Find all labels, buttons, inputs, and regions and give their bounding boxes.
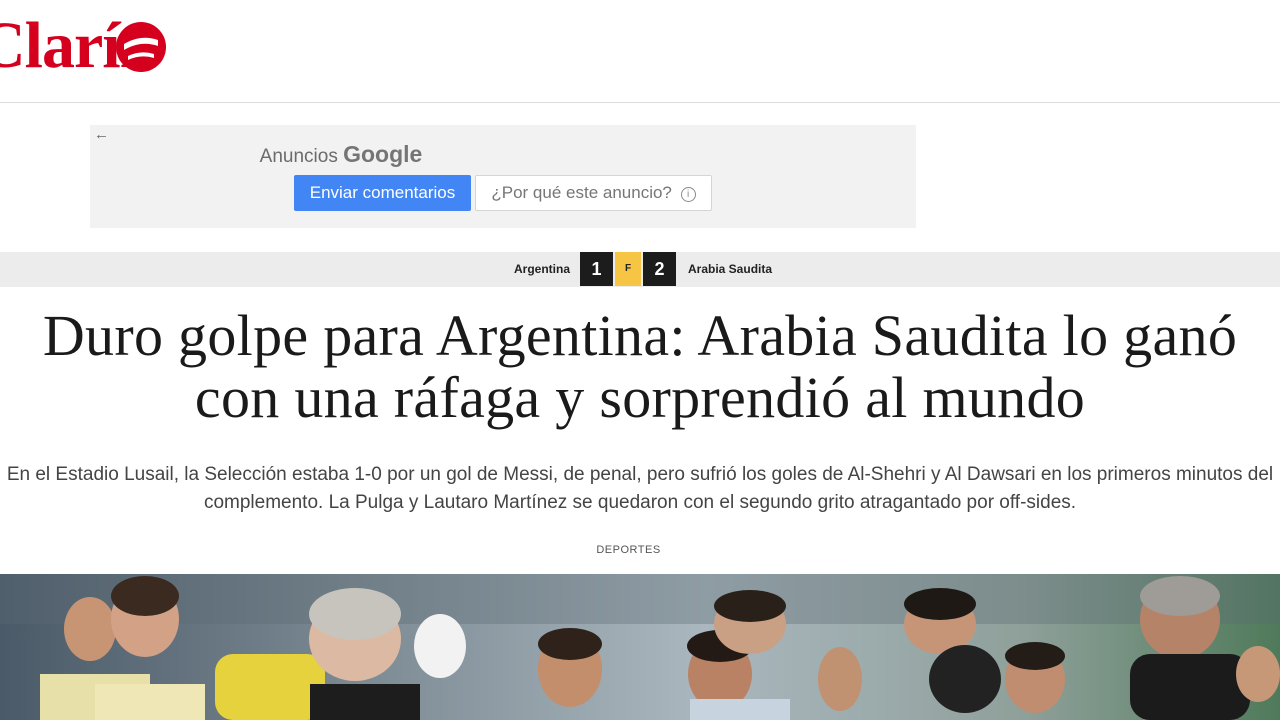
home-team-name: Argentina [513,262,570,276]
ad-label-text: Anuncios [259,146,338,167]
why-this-ad-label: ¿Por qué este anuncio? [491,183,672,202]
article-summary: En el Estadio Lusail, la Selección estab… [0,461,1280,517]
article-headline: Duro golpe para Argentina: Arabia Saudit… [0,305,1280,429]
google-ad-banner: ← Anuncios Google Enviar comentarios ¿Po… [90,125,916,228]
clarin-logo-mark[interactable] [114,20,168,74]
match-scoreboard[interactable]: Argentina 1 F 2 Arabia Saudita [0,252,1280,287]
ad-label: Anuncios Google [90,141,592,168]
site-header: Clarín [0,0,1280,103]
away-score: 2 [643,252,676,286]
match-status-badge: F [615,252,641,286]
away-team-name: Arabia Saudita [688,262,773,276]
info-icon: i [680,187,696,202]
headline-line-1: Duro golpe para Argentina: Arabia Saudit… [42,303,1238,368]
article-hero-photo[interactable] [0,574,1280,720]
argentina-players-huddle-photo [0,574,1280,720]
send-feedback-button[interactable]: Enviar comentarios [294,175,471,211]
summary-line-2: complemento. La Pulga y Lautaro Martínez… [203,492,1077,513]
section-tag[interactable]: DEPORTES [0,544,1257,556]
google-brand: Google [343,141,423,167]
why-this-ad-button[interactable]: ¿Por qué este anuncio? i [475,175,712,211]
headline-line-2: con una ráfaga y sorprendió al mundo [194,365,1086,430]
home-score: 1 [580,252,613,286]
summary-line-1: En el Estadio Lusail, la Selección estab… [6,464,1274,485]
